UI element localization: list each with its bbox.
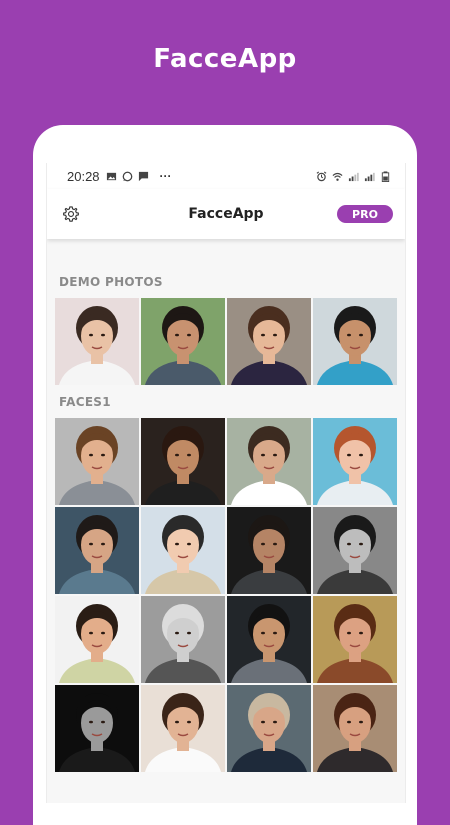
app-bar: FacceApp PRO [47, 189, 405, 239]
face-photo-tile[interactable] [227, 596, 311, 683]
image-icon [106, 172, 116, 180]
settings-button[interactable] [59, 202, 83, 226]
face-photo [141, 685, 225, 772]
signal-icon [364, 172, 375, 181]
section-label-faces1: FACES1 [59, 395, 111, 409]
demo-photo-tile[interactable] [227, 298, 311, 385]
face-photo [55, 298, 139, 385]
demo-photos-grid [47, 298, 405, 385]
face-photo [55, 596, 139, 683]
whatsapp-icon [122, 171, 132, 181]
demo-photo-tile[interactable] [141, 298, 225, 385]
face-photo-tile[interactable] [141, 596, 225, 683]
face-photo-tile[interactable] [313, 596, 397, 683]
promo-title: FacceApp [153, 44, 297, 74]
battery-icon [381, 170, 390, 182]
faces1-grid [47, 418, 405, 772]
face-photo [55, 507, 139, 594]
face-photo [313, 507, 397, 594]
face-photo [227, 418, 311, 505]
face-photo [313, 418, 397, 505]
face-photo [141, 418, 225, 505]
face-photo [313, 596, 397, 683]
more-notifications-icon: ··· [159, 169, 172, 183]
face-photo-tile[interactable] [227, 685, 311, 772]
face-photo-tile[interactable] [55, 685, 139, 772]
section-label-demo-photos: DEMO PHOTOS [59, 275, 163, 289]
status-bar: 20:28 ··· [47, 163, 405, 189]
face-photo [313, 685, 397, 772]
status-time: 20:28 [67, 168, 100, 184]
face-photo-tile[interactable] [55, 596, 139, 683]
face-photo [227, 507, 311, 594]
face-photo [141, 507, 225, 594]
face-photo [227, 685, 311, 772]
app-screen: 20:28 ··· FacceApp PRO DEMO PHOTOS FACES… [46, 163, 406, 803]
pro-button[interactable]: PRO [337, 205, 393, 223]
face-photo [55, 418, 139, 505]
face-photo-tile[interactable] [227, 507, 311, 594]
gear-icon [63, 206, 79, 222]
face-photo-tile[interactable] [141, 418, 225, 505]
demo-photo-tile[interactable] [55, 298, 139, 385]
face-photo-tile[interactable] [141, 685, 225, 772]
face-photo-tile[interactable] [227, 418, 311, 505]
face-photo [141, 596, 225, 683]
face-photo-tile[interactable] [313, 418, 397, 505]
face-photo [313, 298, 397, 385]
face-photo-tile[interactable] [55, 507, 139, 594]
face-photo [227, 596, 311, 683]
alarm-icon [316, 170, 327, 181]
face-photo [141, 298, 225, 385]
face-photo-tile[interactable] [313, 685, 397, 772]
face-photo-tile[interactable] [55, 418, 139, 505]
signal-icon [348, 172, 359, 181]
face-photo-tile[interactable] [141, 507, 225, 594]
face-photo [227, 298, 311, 385]
demo-photo-tile[interactable] [313, 298, 397, 385]
message-icon [138, 171, 148, 181]
wifi-icon [332, 172, 343, 181]
face-photo-tile[interactable] [313, 507, 397, 594]
face-photo [55, 685, 139, 772]
